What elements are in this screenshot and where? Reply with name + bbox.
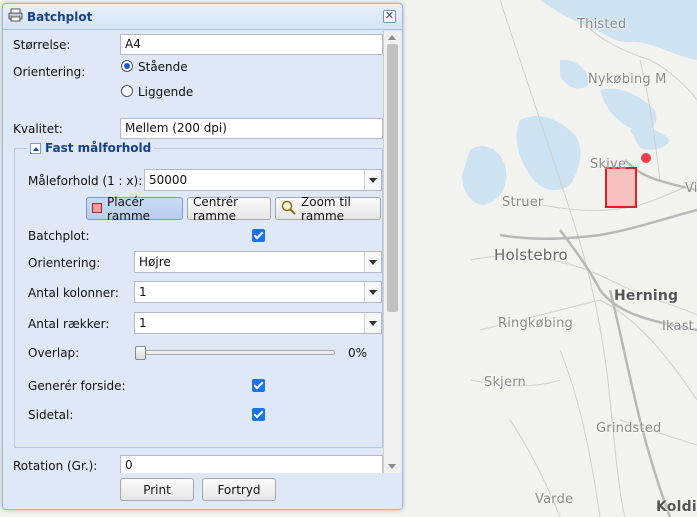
- frontpage-label: Generér forside:: [28, 379, 126, 393]
- batch-orientation-label: Orientering:: [28, 256, 101, 270]
- scroll-down-icon[interactable]: [388, 464, 396, 469]
- map-label-skive: Skive: [590, 157, 627, 172]
- cancel-label: Fortryd: [217, 482, 261, 497]
- scroll-up-icon[interactable]: [388, 35, 396, 40]
- orientation-landscape-label[interactable]: Liggende: [138, 85, 193, 99]
- scale-label: Måleforhold (1 : x):: [28, 174, 143, 188]
- dialog-title: Batchplot: [27, 9, 93, 24]
- batch-orientation-combo[interactable]: Højre: [134, 251, 382, 273]
- map-label-ringkobing: Ringkøbing: [498, 316, 573, 331]
- fixed-scale-title: Fast målforhold: [45, 141, 152, 155]
- printer-icon: [8, 8, 23, 25]
- batchplot-label: Batchplot:: [28, 229, 90, 243]
- map-label-skjern: Skjern: [484, 375, 526, 390]
- rotation-field[interactable]: 0: [120, 455, 383, 473]
- dialog-footer: Print Fortryd: [4, 473, 402, 508]
- columns-value: 1: [139, 285, 147, 299]
- location-marker: [641, 153, 651, 163]
- map-label-varde: Varde: [535, 492, 574, 507]
- map-label-ikast: Ikast: [662, 319, 694, 334]
- overlap-slider-thumb[interactable]: [135, 346, 146, 360]
- quality-label: Kvalitet:: [13, 122, 63, 136]
- print-frame-rect: [605, 167, 637, 208]
- batchplot-dialog: Batchplot ✕ Størrelse: A4 Orientering: S…: [2, 3, 403, 510]
- magnifier-icon: [281, 200, 296, 218]
- orientation-landscape-radio[interactable]: [121, 85, 133, 97]
- place-frame-button[interactable]: Placér ramme: [86, 194, 183, 223]
- scale-combo[interactable]: 50000: [144, 169, 382, 191]
- orientation-portrait-label[interactable]: Stående: [138, 60, 188, 74]
- scroll-thumb[interactable]: [387, 44, 398, 312]
- collapse-icon[interactable]: [30, 142, 41, 154]
- rows-value: 1: [139, 316, 147, 330]
- chevron-down-icon[interactable]: [364, 282, 381, 302]
- dialog-titlebar[interactable]: Batchplot: [3, 4, 402, 30]
- pagenum-checkbox[interactable]: [252, 408, 265, 421]
- orientation-portrait-radio[interactable]: [121, 60, 133, 72]
- map-label-holstebro: Holstebro: [494, 246, 568, 264]
- fixed-scale-legend[interactable]: Fast målforhold: [27, 141, 155, 155]
- batch-orientation-value: Højre: [139, 255, 171, 269]
- size-label: Størrelse:: [13, 38, 71, 52]
- center-frame-button[interactable]: Centrér ramme: [187, 194, 271, 223]
- orientation-label: Orientering:: [13, 65, 86, 79]
- chevron-down-icon[interactable]: [364, 313, 381, 333]
- overlap-value: 0%: [348, 346, 368, 360]
- cancel-button[interactable]: Fortryd: [202, 478, 276, 501]
- frame-icon: [92, 202, 102, 216]
- map-label-thisted: Thisted: [577, 17, 627, 32]
- chevron-down-icon[interactable]: [364, 170, 381, 190]
- rotation-label: Rotation (Gr.):: [13, 459, 98, 473]
- place-frame-label: Placér ramme: [107, 194, 151, 223]
- rows-label: Antal rækker:: [28, 317, 110, 331]
- batchplot-checkbox[interactable]: [252, 229, 265, 242]
- pagenum-label: Sidetal:: [28, 408, 74, 422]
- map-label-koldi: Koldi: [656, 499, 697, 515]
- map-label-struer: Struer: [502, 195, 544, 210]
- columns-label: Antal kolonner:: [28, 286, 119, 300]
- center-frame-label: Centrér ramme: [193, 194, 239, 223]
- map-label-herning: Herning: [614, 288, 679, 304]
- scale-value: 50000: [149, 173, 188, 187]
- print-label: Print: [143, 482, 171, 497]
- print-button[interactable]: Print: [120, 478, 194, 501]
- size-field[interactable]: A4: [120, 34, 383, 55]
- frontpage-checkbox[interactable]: [252, 379, 265, 392]
- zoom-frame-button[interactable]: Zoom til ramme: [275, 194, 381, 223]
- close-icon[interactable]: ✕: [383, 10, 396, 23]
- overlap-slider-track[interactable]: [137, 350, 335, 355]
- map-label-nykobing: Nykøbing M: [588, 72, 667, 87]
- dialog-scrollbar[interactable]: [383, 31, 401, 473]
- dialog-content: Størrelse: A4 Orientering: Stående Ligge…: [4, 31, 383, 473]
- rows-combo[interactable]: 1: [134, 312, 382, 334]
- zoom-frame-label: Zoom til ramme: [301, 194, 351, 223]
- columns-combo[interactable]: 1: [134, 281, 382, 303]
- chevron-down-icon[interactable]: [364, 252, 381, 272]
- overlap-label: Overlap:: [28, 346, 80, 360]
- quality-field[interactable]: Mellem (200 dpi): [120, 118, 383, 139]
- map-label-vi: Vi: [685, 181, 697, 196]
- map-label-grindsted: Grindsted: [596, 421, 662, 436]
